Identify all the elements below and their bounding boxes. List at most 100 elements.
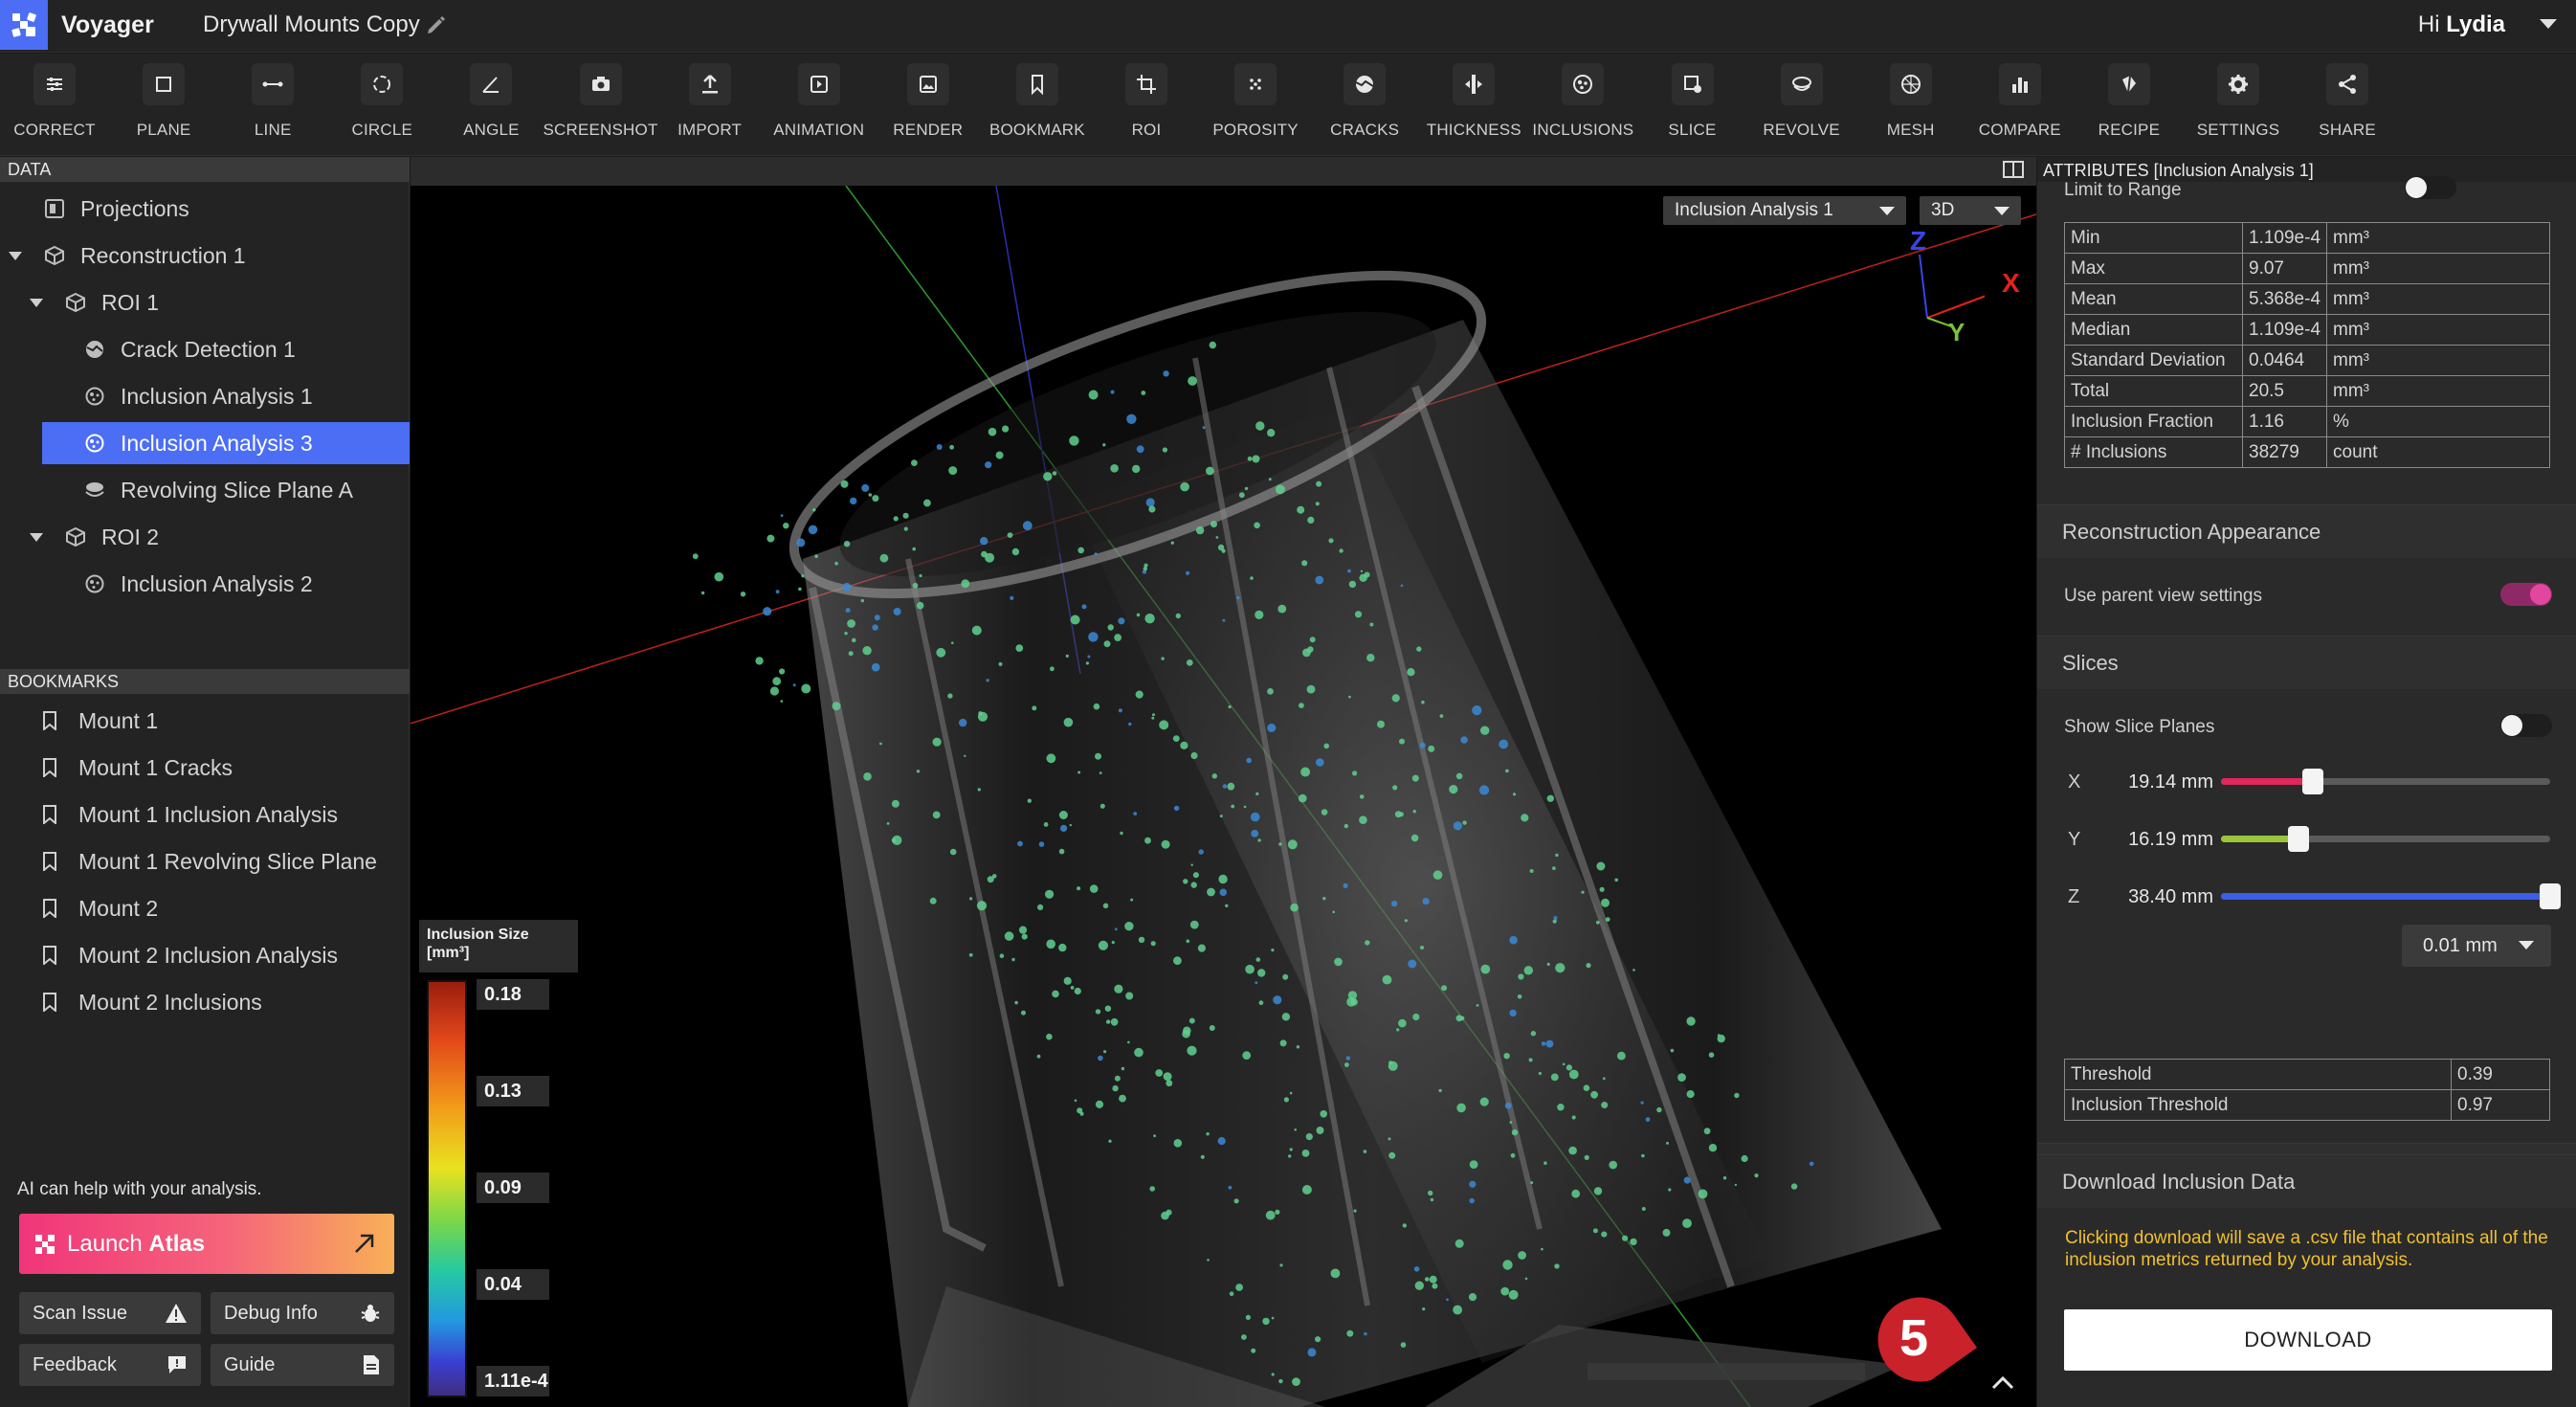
tool-line-button[interactable]: LINE	[218, 63, 327, 154]
tool-slice-button[interactable]: SLICE	[1638, 63, 1747, 154]
tool-import-button[interactable]: IMPORT	[655, 63, 765, 154]
inclusion-point	[1412, 810, 1416, 814]
tool-mesh-button[interactable]: MESH	[1856, 63, 1965, 154]
tool-screenshot-button[interactable]: SCREENSHOT	[543, 63, 657, 154]
tree-item-roi-1[interactable]: ROI 1	[63, 281, 410, 324]
tool-label: SLICE	[1668, 121, 1717, 139]
inclusion-point	[1741, 1154, 1748, 1163]
chevron-down-icon[interactable]	[9, 252, 22, 260]
inclusion-point	[1305, 1133, 1313, 1141]
inclusion-point	[1809, 1161, 1814, 1167]
bookmark-item[interactable]: Mount 1 Cracks	[42, 747, 233, 789]
tool-revolve-button[interactable]: REVOLVE	[1747, 63, 1856, 154]
tool-circle-button[interactable]: CIRCLE	[327, 63, 436, 154]
tree-item-revolving-slice-plane[interactable]: Revolving Slice Plane A	[82, 469, 410, 511]
tool-render-button[interactable]: RENDER	[874, 63, 983, 154]
slider-thumb[interactable]	[2540, 883, 2561, 909]
tool-roi-button[interactable]: ROI	[1092, 63, 1201, 154]
inclusion-point	[1566, 1064, 1572, 1071]
tool-bookmark-button[interactable]: BOOKMARK	[983, 63, 1092, 154]
data-section-header: DATA	[0, 157, 410, 182]
tool-share-button[interactable]: SHARE	[2293, 63, 2402, 154]
tool-cracks-button[interactable]: CRACKS	[1310, 63, 1419, 154]
chevron-down-icon[interactable]	[30, 533, 43, 542]
inclusion-point	[1093, 703, 1100, 710]
bookmark-item[interactable]: Mount 1	[42, 700, 158, 742]
inclusion-point	[1187, 1045, 1197, 1056]
tool-inclusions-button[interactable]: INCLUSIONS	[1528, 63, 1637, 154]
chevron-down-icon[interactable]	[2540, 19, 2557, 29]
inclusion-point	[1469, 1197, 1475, 1204]
tree-item-inclusion-analysis-1[interactable]: Inclusion Analysis 1	[82, 375, 410, 417]
inclusion-point	[1173, 805, 1180, 812]
launch-atlas-button[interactable]: Launch Atlas	[19, 1214, 394, 1274]
guide-button[interactable]: Guide	[211, 1344, 394, 1386]
slider-thumb[interactable]	[2287, 826, 2309, 852]
inclusion-point	[772, 677, 782, 686]
tree-item-inclusion-analysis-2[interactable]: Inclusion Analysis 2	[82, 563, 410, 605]
debug-info-button[interactable]: Debug Info	[211, 1292, 394, 1334]
inclusion-point	[1601, 898, 1610, 907]
download-button[interactable]: DOWNLOAD	[2064, 1309, 2552, 1371]
inclusion-point	[1410, 834, 1419, 842]
viewport-scrollbar[interactable]	[1588, 1363, 1865, 1380]
tree-item-roi-2[interactable]: ROI 2	[63, 516, 410, 558]
tree-item-inclusion-analysis-3[interactable]: Inclusion Analysis 3	[42, 422, 410, 464]
slice-x-slider[interactable]	[2221, 769, 2550, 794]
limit-to-range-toggle[interactable]	[2405, 176, 2456, 199]
bookmark-item[interactable]: Mount 2 Inclusions	[42, 981, 262, 1023]
tool-compare-button[interactable]: COMPARE	[1965, 63, 2075, 154]
chevron-down-icon[interactable]	[30, 299, 43, 307]
voyager-logo-icon[interactable]	[0, 0, 48, 50]
tool-plane-button[interactable]: PLANE	[109, 63, 218, 154]
inclusion-point	[1135, 690, 1144, 699]
dataset-select[interactable]: Inclusion Analysis 1	[1663, 196, 1906, 225]
slices-header[interactable]: Slices	[2037, 636, 2576, 689]
inclusion-point	[1388, 1061, 1398, 1071]
bookmark-item[interactable]: Mount 2 Inclusion Analysis	[42, 934, 338, 976]
scan-issue-button[interactable]: Scan Issue	[19, 1292, 201, 1334]
split-panel-icon[interactable]	[2002, 160, 2025, 184]
feedback-button[interactable]: Feedback	[19, 1344, 201, 1386]
input-value[interactable]: 0.39	[2451, 1059, 2550, 1090]
reconstruction-appearance-header[interactable]: Reconstruction Appearance	[2037, 504, 2576, 558]
tool-angle-button[interactable]: ANGLE	[436, 63, 545, 154]
inclusion-point	[1255, 421, 1265, 431]
tree-item-projections[interactable]: Projections	[42, 188, 410, 230]
inclusion-point	[1110, 464, 1119, 473]
bookmark-item[interactable]: Mount 1 Inclusion Analysis	[42, 793, 338, 836]
slice-z-slider[interactable]	[2221, 883, 2561, 909]
tree-item-crack-detection[interactable]: Crack Detection 1	[82, 328, 410, 370]
slice-y-slider[interactable]	[2221, 826, 2550, 852]
use-parent-view-toggle[interactable]	[2500, 583, 2552, 606]
tool-animation-button[interactable]: ANIMATION	[765, 63, 874, 154]
tool-thickness-button[interactable]: THICKNESS	[1419, 63, 1528, 154]
3d-viewport[interactable]	[411, 157, 2036, 1407]
stat-name: Standard Deviation	[2064, 345, 2243, 376]
3d-scene[interactable]	[411, 157, 2036, 1407]
input-value[interactable]: 0.97	[2451, 1089, 2550, 1121]
download-inclusion-header[interactable]: Download Inclusion Data	[2037, 1154, 2576, 1208]
slider-thumb[interactable]	[2302, 769, 2324, 794]
tree-item-reconstruction[interactable]: Reconstruction 1	[42, 234, 410, 277]
bookmark-item[interactable]: Mount 2	[42, 887, 158, 929]
view-mode-select[interactable]: 3D	[1920, 196, 2021, 225]
tool-correct-button[interactable]: CORRECT	[0, 63, 109, 154]
project-name[interactable]: Drywall Mounts Copy	[203, 11, 420, 38]
tool-recipe-button[interactable]: RECIPE	[2075, 63, 2184, 154]
show-slice-planes-toggle[interactable]	[2500, 714, 2552, 737]
user-greeting[interactable]: Hi Lydia	[2418, 11, 2505, 38]
pencil-icon[interactable]	[425, 13, 448, 41]
inclusion-point	[1334, 957, 1343, 967]
tool-porosity-button[interactable]: POROSITY	[1201, 63, 1310, 154]
orientation-triad	[1919, 254, 1985, 327]
cube-icon	[63, 525, 88, 549]
inclusion-point	[1209, 341, 1216, 349]
inclusion-point	[1227, 782, 1235, 791]
slice-step-select[interactable]: 0.01 mm	[2402, 925, 2551, 967]
inclusion-point	[1074, 987, 1081, 995]
chevron-up-icon[interactable]	[1991, 1375, 2014, 1390]
tool-label: IMPORT	[677, 121, 743, 139]
tool-settings-button[interactable]: SETTINGS	[2184, 63, 2293, 154]
bookmark-item[interactable]: Mount 1 Revolving Slice Plane	[42, 840, 377, 882]
